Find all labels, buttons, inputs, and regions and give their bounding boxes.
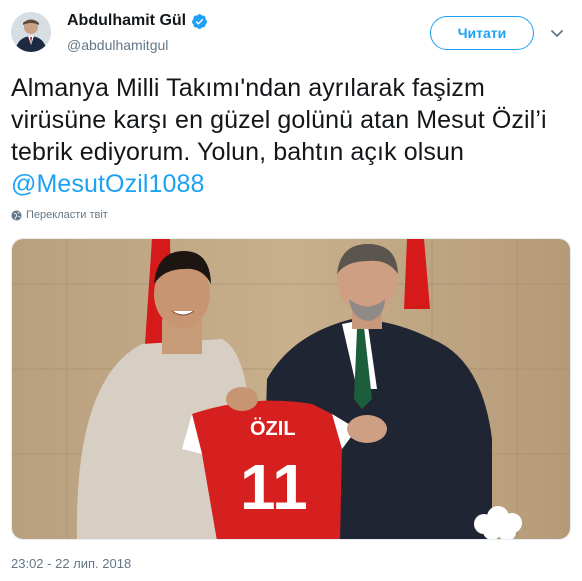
tweet-photo[interactable]: ÖZIL 11 [11,238,571,540]
photo-image: ÖZIL 11 [12,239,570,539]
translate-tweet-link[interactable]: Перекласти твіт [11,209,108,221]
mention-link[interactable]: @MesutOzil1088 [11,170,205,198]
tweet-body: Almanya Milli Takımı'ndan ayrılarak faşi… [11,74,547,166]
user-handle[interactable]: @abdulhamitgul [67,37,168,53]
translate-label: Перекласти твіт [26,209,108,221]
tweet-timestamp[interactable]: 23:02 - 22 лип. 2018 [11,556,131,571]
verified-badge-icon [192,13,208,29]
avatar[interactable] [11,12,51,52]
chevron-down-icon[interactable] [550,26,564,40]
name-row: Abdulhamit Gül [67,12,208,30]
globe-icon [11,209,22,221]
jersey-number: 11 [240,451,308,523]
follow-button[interactable]: Читати [430,16,534,50]
jersey-name: ÖZIL [250,417,296,440]
tweet-header: Abdulhamit Gül @abdulhamitgul Читати [0,0,582,64]
tweet-text: Almanya Milli Takımı'ndan ayrılarak faşi… [11,72,571,200]
display-name[interactable]: Abdulhamit Gül [67,12,186,30]
